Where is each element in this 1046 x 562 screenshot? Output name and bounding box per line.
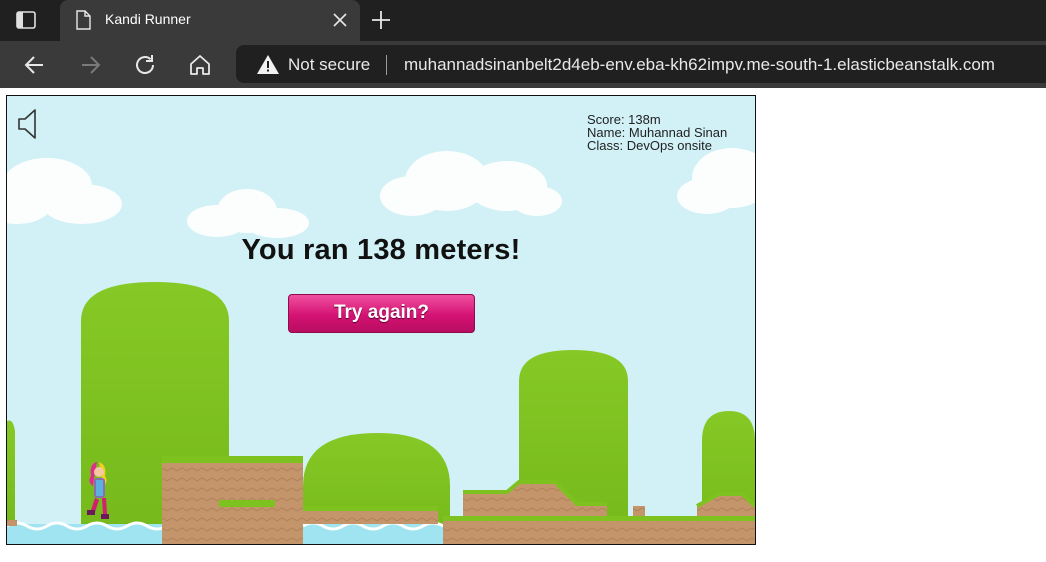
score-panel: Score: 138m Name: Muhannad Sinan Class: … xyxy=(587,113,727,152)
address-separator xyxy=(386,55,387,75)
browser-tab-strip: Kandi Runner xyxy=(0,0,1046,41)
tab-actions-icon[interactable] xyxy=(14,9,38,31)
forward-icon[interactable] xyxy=(77,52,103,78)
page-icon xyxy=(76,10,91,30)
game-over-message: You ran 138 meters! xyxy=(241,234,521,266)
tab-title: Kandi Runner xyxy=(105,11,191,27)
warning-icon[interactable] xyxy=(256,54,280,75)
close-tab-icon[interactable] xyxy=(328,8,352,32)
back-icon[interactable] xyxy=(22,52,48,78)
address-bar[interactable]: Not secure muhannadsinanbelt2d4eb-env.eb… xyxy=(236,45,1046,83)
url-text[interactable]: muhannadsinanbelt2d4eb-env.eba-kh62impv.… xyxy=(404,55,995,75)
refresh-icon[interactable] xyxy=(132,52,158,78)
player-class-text: Class: DevOps onsite xyxy=(587,138,712,153)
browser-tab[interactable]: Kandi Runner xyxy=(60,0,360,41)
browser-toolbar: Not secure muhannadsinanbelt2d4eb-env.eb… xyxy=(0,41,1046,88)
home-icon[interactable] xyxy=(187,52,213,78)
try-again-button[interactable]: Try again? xyxy=(288,294,475,333)
game-canvas[interactable]: Score: 138m Name: Muhannad Sinan Class: … xyxy=(6,95,756,545)
speaker-icon[interactable] xyxy=(17,108,43,140)
clouds xyxy=(7,148,755,238)
new-tab-icon[interactable] xyxy=(369,8,393,32)
security-label[interactable]: Not secure xyxy=(288,55,370,75)
